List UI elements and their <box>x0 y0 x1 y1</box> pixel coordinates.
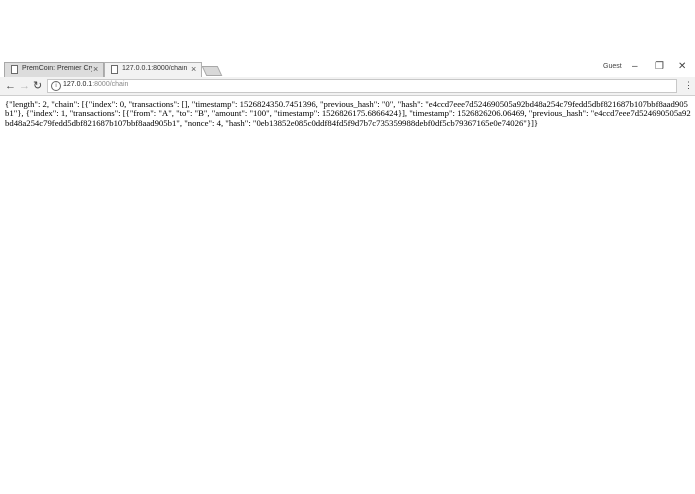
address-bar[interactable]: i 127.0.0.1:8000/chain <box>47 79 677 93</box>
page-icon <box>111 65 118 74</box>
back-arrow-icon[interactable]: ← <box>5 80 16 92</box>
page-icon <box>11 65 18 74</box>
tab-chain[interactable]: 127.0.0.1:8000/chain × <box>104 62 202 77</box>
url-path: :8000/chain <box>92 81 129 88</box>
forward-arrow-icon[interactable]: → <box>19 80 30 92</box>
tab-close-icon[interactable]: × <box>191 64 196 75</box>
json-response-text: {"length": 2, "chain": [{"index": 0, "tr… <box>5 99 691 128</box>
url-host: 127.0.0.1 <box>63 81 93 88</box>
tab-strip: PremCoin: Premier Cryp × 127.0.0.1:8000/… <box>0 60 695 77</box>
reload-icon[interactable]: ↻ <box>33 80 42 92</box>
window-close-icon[interactable]: ✕ <box>678 61 686 73</box>
title-bar-area <box>0 0 695 60</box>
browser-toolbar: ← → ↻ i 127.0.0.1:8000/chain ⋮ <box>0 77 695 96</box>
tab-title: 127.0.0.1:8000/chain <box>122 65 188 72</box>
url-text[interactable]: 127.0.0.1:8000/chain <box>63 81 128 88</box>
tab-title: PremCoin: Premier Cryp <box>22 65 92 72</box>
minimize-icon[interactable]: – <box>632 61 638 73</box>
new-tab-button[interactable] <box>201 66 223 76</box>
tab-close-icon[interactable]: × <box>93 64 98 75</box>
menu-dots-icon[interactable]: ⋮ <box>684 80 693 90</box>
restore-icon[interactable]: ❐ <box>655 61 664 73</box>
site-info-icon[interactable]: i <box>51 81 61 91</box>
tab-premcoin[interactable]: PremCoin: Premier Cryp × <box>4 62 104 77</box>
guest-profile-label[interactable]: Guest <box>603 63 622 70</box>
